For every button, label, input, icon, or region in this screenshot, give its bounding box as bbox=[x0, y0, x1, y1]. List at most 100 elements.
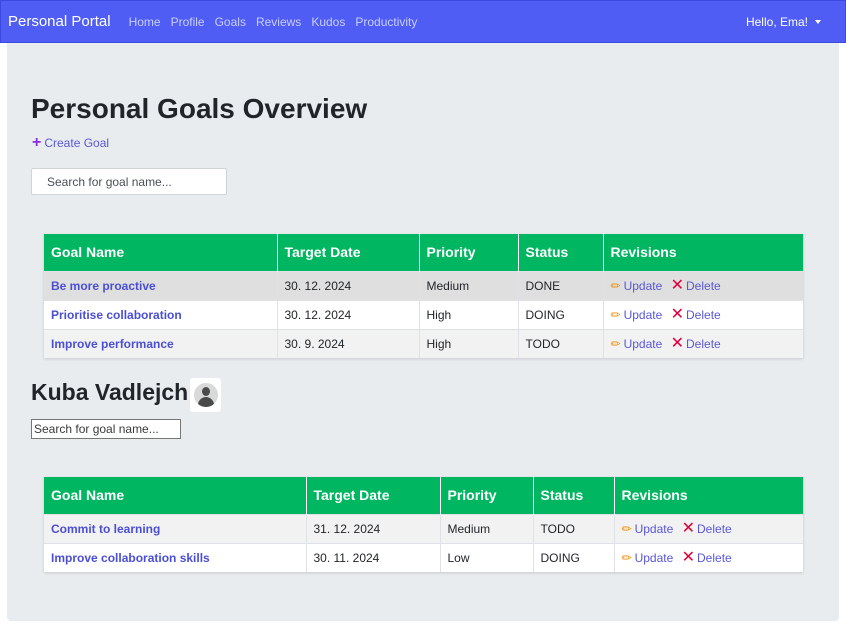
target-date-cell: 30. 12. 2024 bbox=[277, 270, 420, 300]
target-date-cell: 30. 9. 2024 bbox=[277, 328, 420, 358]
table-row: Improve performance 30. 9. 2024 High TOD… bbox=[44, 328, 803, 358]
navbar: Personal Portal Home Profile Goals Revie… bbox=[0, 0, 846, 43]
delete-label: Delete bbox=[686, 336, 721, 351]
brand-link[interactable]: Personal Portal bbox=[8, 13, 111, 30]
create-goal-link[interactable]: + Create Goal bbox=[32, 135, 109, 151]
revisions-cell: ✏ Update ✕ Delete bbox=[603, 328, 803, 358]
priority-cell: Low bbox=[440, 542, 534, 572]
status-cell: DOING bbox=[533, 542, 615, 572]
goal-link[interactable]: Improve collaboration skills bbox=[51, 551, 210, 565]
goal-name-cell: Improve performance bbox=[44, 328, 278, 358]
delete-button[interactable]: ✕ Delete bbox=[666, 334, 721, 352]
column-header-revisions: Revisions bbox=[614, 477, 803, 514]
delete-label: Delete bbox=[697, 521, 732, 536]
table-row: Be more proactive 30. 12. 2024 Medium DO… bbox=[44, 270, 803, 300]
delete-button[interactable]: ✕ Delete bbox=[677, 548, 732, 566]
pencil-icon: ✏ bbox=[621, 550, 632, 565]
nav-link-profile[interactable]: Profile bbox=[171, 15, 205, 29]
goal-search-input[interactable] bbox=[31, 168, 227, 195]
create-goal-label: Create Goal bbox=[44, 136, 110, 150]
pencil-icon: ✏ bbox=[610, 278, 621, 293]
nav-link-kudos[interactable]: Kudos bbox=[311, 15, 345, 29]
revisions-cell: ✏ Update ✕ Delete bbox=[603, 270, 803, 300]
user-menu-dropdown[interactable]: Hello, Ema! bbox=[746, 15, 821, 29]
plus-icon: + bbox=[32, 134, 42, 151]
subordinate-goals-table: Goal Name Target Date Priority Status Re… bbox=[44, 477, 803, 572]
table-row: Improve collaboration skills 30. 11. 202… bbox=[44, 542, 803, 572]
update-button[interactable]: ✏ Update bbox=[622, 551, 674, 565]
goal-link[interactable]: Prioritise collaboration bbox=[51, 308, 182, 322]
column-header-priority: Priority bbox=[440, 477, 534, 514]
priority-cell: High bbox=[419, 299, 519, 329]
column-header-target-date: Target Date bbox=[306, 477, 441, 514]
column-header-status: Status bbox=[533, 477, 615, 514]
page-title: Personal Goals Overview bbox=[31, 93, 368, 124]
nav-link-home[interactable]: Home bbox=[129, 15, 161, 29]
goal-name-cell: Improve collaboration skills bbox=[44, 542, 307, 572]
update-label: Update bbox=[623, 307, 663, 322]
update-button[interactable]: ✏ Update bbox=[611, 337, 663, 351]
goal-name-cell: Be more proactive bbox=[44, 270, 278, 300]
column-header-goal-name: Goal Name bbox=[44, 234, 278, 271]
column-header-revisions: Revisions bbox=[603, 234, 803, 271]
nav-link-goals[interactable]: Goals bbox=[215, 15, 246, 29]
x-mark-icon: ✕ bbox=[670, 334, 685, 352]
update-label: Update bbox=[634, 521, 674, 536]
x-mark-icon: ✕ bbox=[670, 276, 685, 294]
pencil-icon: ✏ bbox=[621, 521, 632, 536]
user-avatar-icon bbox=[190, 378, 221, 412]
delete-label: Delete bbox=[686, 278, 721, 293]
goal-name-cell: Prioritise collaboration bbox=[44, 299, 278, 329]
delete-button[interactable]: ✕ Delete bbox=[666, 276, 721, 294]
goal-link[interactable]: Commit to learning bbox=[51, 522, 160, 536]
status-cell: DONE bbox=[518, 270, 604, 300]
revisions-cell: ✏ Update ✕ Delete bbox=[603, 299, 803, 329]
subordinate-name: Kuba Vadlejch bbox=[31, 379, 189, 405]
update-label: Update bbox=[623, 336, 663, 351]
pencil-icon: ✏ bbox=[610, 307, 621, 322]
status-cell: TODO bbox=[518, 328, 604, 358]
priority-cell: Medium bbox=[440, 513, 534, 543]
goal-link[interactable]: Be more proactive bbox=[51, 279, 156, 293]
target-date-cell: 30. 12. 2024 bbox=[277, 299, 420, 329]
delete-label: Delete bbox=[697, 550, 732, 565]
priority-cell: High bbox=[419, 328, 519, 358]
goal-link[interactable]: Improve performance bbox=[51, 337, 174, 351]
priority-cell: Medium bbox=[419, 270, 519, 300]
update-label: Update bbox=[634, 550, 674, 565]
my-goals-table: Goal Name Target Date Priority Status Re… bbox=[44, 234, 803, 358]
delete-button[interactable]: ✕ Delete bbox=[666, 305, 721, 323]
avatar-body bbox=[197, 397, 214, 407]
avatar-head bbox=[201, 387, 210, 396]
update-label: Update bbox=[623, 278, 663, 293]
user-greeting: Hello, Ema! bbox=[745, 14, 808, 29]
update-button[interactable]: ✏ Update bbox=[622, 522, 674, 536]
target-date-cell: 31. 12. 2024 bbox=[306, 513, 441, 543]
nav-link-reviews[interactable]: Reviews bbox=[256, 15, 301, 29]
table-row: Prioritise collaboration 30. 12. 2024 Hi… bbox=[44, 299, 803, 329]
status-cell: DOING bbox=[518, 299, 604, 329]
x-mark-icon: ✕ bbox=[681, 519, 696, 537]
delete-label: Delete bbox=[686, 307, 721, 322]
goal-name-cell: Commit to learning bbox=[44, 513, 307, 543]
target-date-cell: 30. 11. 2024 bbox=[306, 542, 441, 572]
avatar-circle bbox=[193, 383, 218, 407]
subordinate-goal-search-input[interactable] bbox=[31, 419, 181, 439]
status-cell: TODO bbox=[533, 513, 615, 543]
pencil-icon: ✏ bbox=[610, 336, 621, 351]
nav-link-productivity[interactable]: Productivity bbox=[355, 15, 417, 29]
update-button[interactable]: ✏ Update bbox=[611, 279, 663, 293]
x-mark-icon: ✕ bbox=[681, 548, 696, 566]
caret-down-icon bbox=[815, 19, 821, 24]
revisions-cell: ✏ Update ✕ Delete bbox=[614, 513, 803, 543]
column-header-target-date: Target Date bbox=[277, 234, 420, 271]
column-header-goal-name: Goal Name bbox=[44, 477, 307, 514]
x-mark-icon: ✕ bbox=[670, 305, 685, 323]
table-header-row: Goal Name Target Date Priority Status Re… bbox=[44, 477, 803, 514]
table-row: Commit to learning 31. 12. 2024 Medium T… bbox=[44, 513, 803, 543]
update-button[interactable]: ✏ Update bbox=[611, 308, 663, 322]
delete-button[interactable]: ✕ Delete bbox=[677, 519, 732, 537]
table-header-row: Goal Name Target Date Priority Status Re… bbox=[44, 234, 803, 271]
column-header-priority: Priority bbox=[419, 234, 519, 271]
column-header-status: Status bbox=[518, 234, 604, 271]
